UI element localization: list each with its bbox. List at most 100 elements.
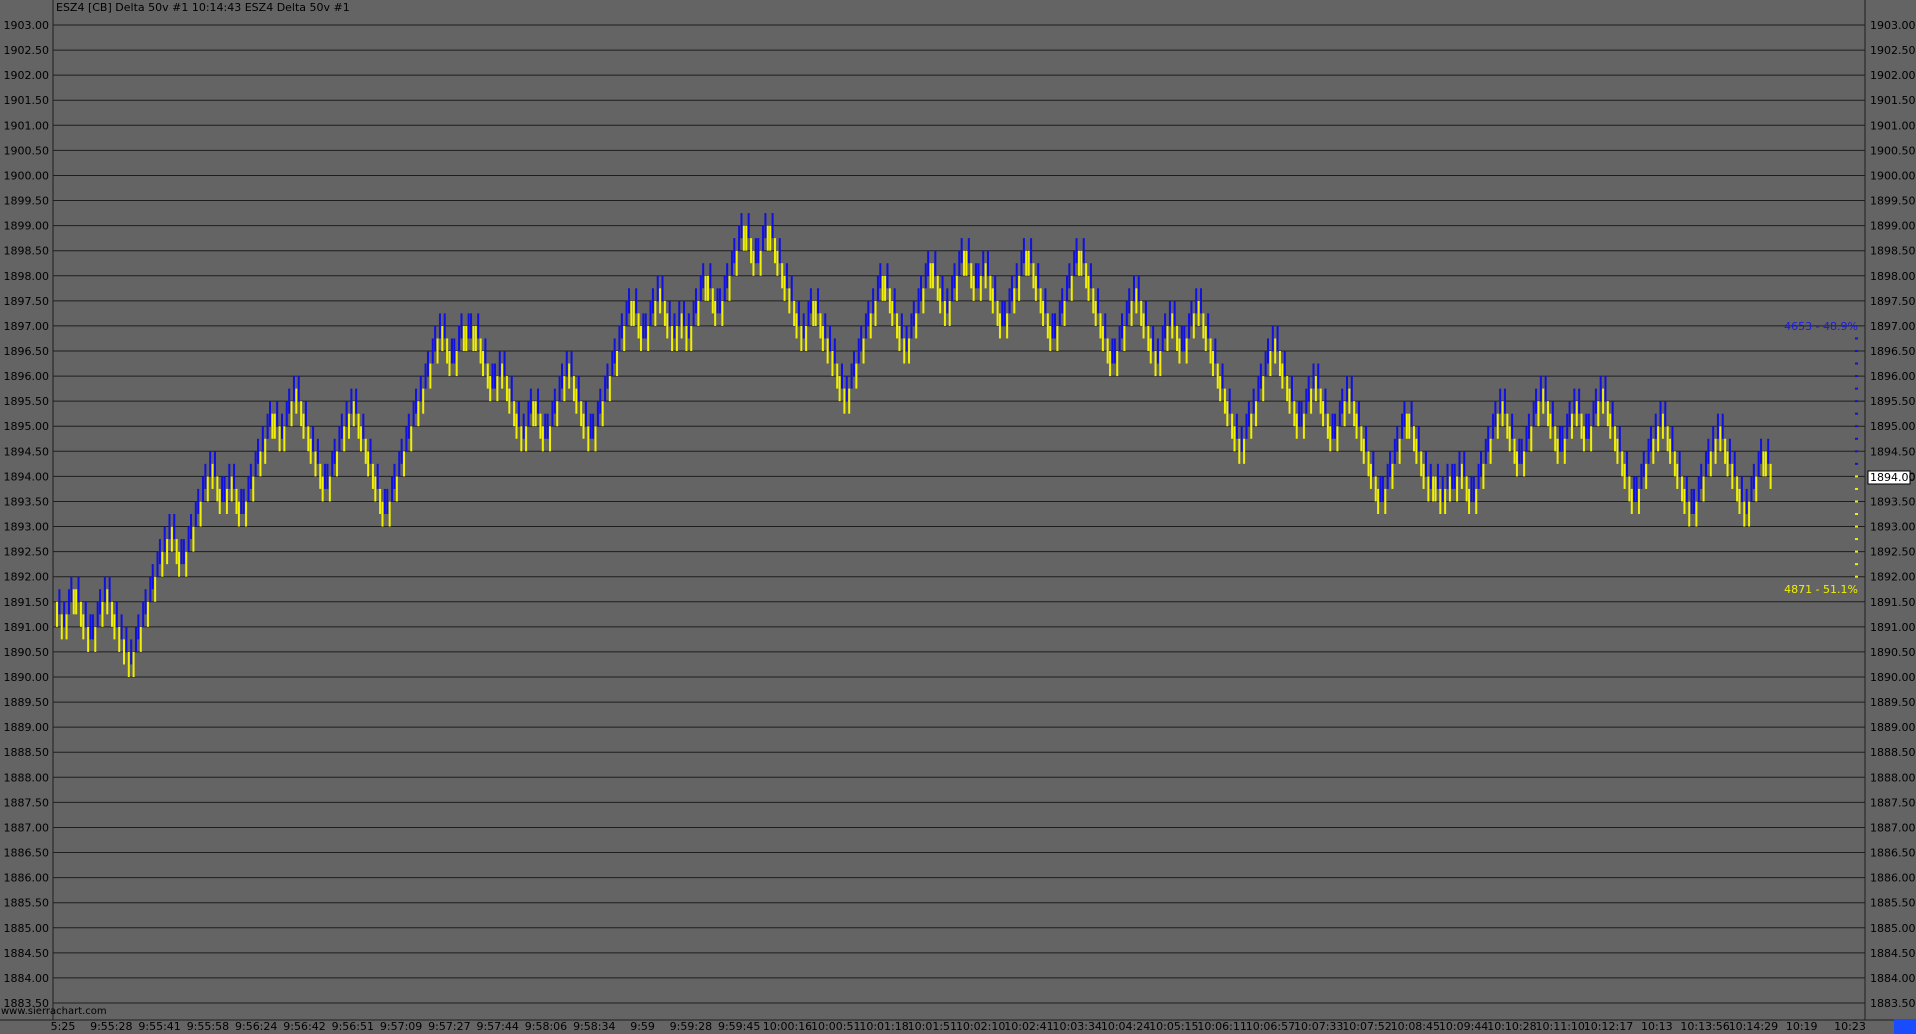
y-tick-label: 1902.00 bbox=[1870, 69, 1916, 82]
price-bar bbox=[812, 300, 815, 326]
price-bar bbox=[391, 476, 394, 502]
profile-tick bbox=[1855, 337, 1858, 340]
price-bar bbox=[1106, 338, 1109, 364]
price-bar bbox=[1597, 401, 1600, 427]
price-bar bbox=[1137, 275, 1140, 301]
price-bar bbox=[1338, 401, 1341, 427]
y-tick-label: 1900.50 bbox=[4, 144, 50, 157]
price-bar bbox=[1602, 388, 1605, 414]
price-bar bbox=[1123, 325, 1126, 351]
price-bar bbox=[1200, 288, 1202, 314]
y-tick-label: 1898.00 bbox=[4, 270, 50, 283]
price-bar bbox=[1719, 426, 1722, 452]
price-bar bbox=[977, 263, 980, 289]
price-bar bbox=[328, 476, 331, 502]
price-bar bbox=[106, 589, 109, 615]
price-bar bbox=[1561, 426, 1564, 452]
profile-tick bbox=[1855, 500, 1858, 503]
price-bar bbox=[939, 288, 942, 314]
price-bar bbox=[642, 313, 645, 339]
x-tick-label: 10:08:45 bbox=[1391, 1020, 1440, 1033]
price-bar bbox=[560, 363, 563, 389]
price-bar bbox=[1132, 275, 1135, 301]
price-bar bbox=[596, 401, 599, 427]
price-bar bbox=[1042, 300, 1045, 326]
price-bar bbox=[869, 313, 872, 339]
price-bar bbox=[769, 225, 772, 251]
price-bar bbox=[359, 426, 362, 452]
profile-tick bbox=[1855, 538, 1858, 541]
price-bar bbox=[747, 213, 750, 239]
x-tick-label: 9:56:24 bbox=[235, 1020, 277, 1033]
price-bar bbox=[829, 325, 832, 351]
price-bar bbox=[513, 401, 516, 427]
price-bar bbox=[862, 338, 865, 364]
price-bar bbox=[1590, 426, 1593, 452]
price-bar bbox=[1099, 313, 1102, 339]
y-tick-label: 1901.00 bbox=[1870, 119, 1916, 132]
buy-volume-label: 4653 - 48.9% bbox=[1784, 320, 1858, 333]
price-bar bbox=[1422, 463, 1425, 489]
price-bar bbox=[683, 300, 686, 326]
price-bar bbox=[182, 539, 185, 565]
price-bar bbox=[1056, 325, 1059, 351]
price-bar bbox=[245, 501, 248, 527]
price-bar bbox=[1195, 288, 1198, 314]
price-bar bbox=[1293, 401, 1296, 427]
profile-tick bbox=[1855, 462, 1858, 465]
price-bar bbox=[943, 300, 946, 326]
price-bar bbox=[1250, 413, 1253, 439]
price-bar bbox=[501, 363, 504, 389]
price-bar bbox=[1319, 388, 1322, 414]
price-bar bbox=[1642, 451, 1645, 477]
price-bar bbox=[572, 376, 575, 402]
price-bar bbox=[582, 413, 585, 439]
price-bar bbox=[924, 263, 927, 289]
y-tick-label: 1900.00 bbox=[4, 169, 50, 182]
price-bar bbox=[237, 501, 240, 527]
corner-box[interactable] bbox=[1894, 1019, 1916, 1034]
price-bar bbox=[905, 325, 908, 351]
price-bar bbox=[841, 363, 843, 389]
price-bar bbox=[635, 288, 638, 314]
x-tick-label: 10:06:57 bbox=[1246, 1020, 1295, 1033]
price-bar bbox=[333, 438, 336, 464]
price-bar bbox=[1156, 338, 1159, 364]
price-bar bbox=[134, 626, 137, 652]
price-bar bbox=[304, 401, 307, 427]
price-bar bbox=[1465, 476, 1468, 502]
price-bar bbox=[1010, 275, 1013, 301]
price-bar bbox=[606, 363, 609, 389]
price-bar bbox=[1649, 426, 1652, 452]
price-bar bbox=[453, 338, 456, 364]
price-bar bbox=[1247, 401, 1250, 427]
price-bar bbox=[1676, 463, 1679, 489]
price-bar bbox=[369, 438, 372, 464]
price-bar bbox=[594, 426, 597, 452]
profile-tick bbox=[1855, 350, 1858, 352]
y-tick-label: 1895.00 bbox=[1870, 420, 1916, 433]
price-bar bbox=[1640, 463, 1643, 489]
price-bar bbox=[321, 476, 324, 502]
price-bar bbox=[1468, 488, 1471, 514]
price-chart[interactable]: 1903.00 1902.50 1902.00 1901.50 1901.00 1900.… bbox=[0, 0, 1916, 1034]
price-bar bbox=[1458, 451, 1461, 477]
price-bar bbox=[537, 388, 540, 414]
price-bar bbox=[503, 351, 506, 377]
price-bar bbox=[108, 576, 111, 602]
price-bar bbox=[1020, 250, 1023, 276]
price-bar bbox=[1724, 438, 1727, 464]
price-bar bbox=[589, 413, 592, 439]
price-bar bbox=[1348, 388, 1351, 414]
price-bar bbox=[1544, 376, 1547, 402]
price-bar bbox=[1491, 413, 1494, 439]
x-tick-label: 10:07:52 bbox=[1342, 1020, 1391, 1033]
price-bar bbox=[197, 488, 200, 514]
price-bar bbox=[967, 238, 970, 264]
price-bar bbox=[371, 463, 374, 489]
price-bar bbox=[838, 376, 841, 402]
x-tick-label: 9:59 bbox=[630, 1020, 655, 1033]
price-bar bbox=[1436, 463, 1439, 489]
price-bar bbox=[1228, 388, 1231, 414]
price-bar bbox=[1006, 313, 1009, 339]
